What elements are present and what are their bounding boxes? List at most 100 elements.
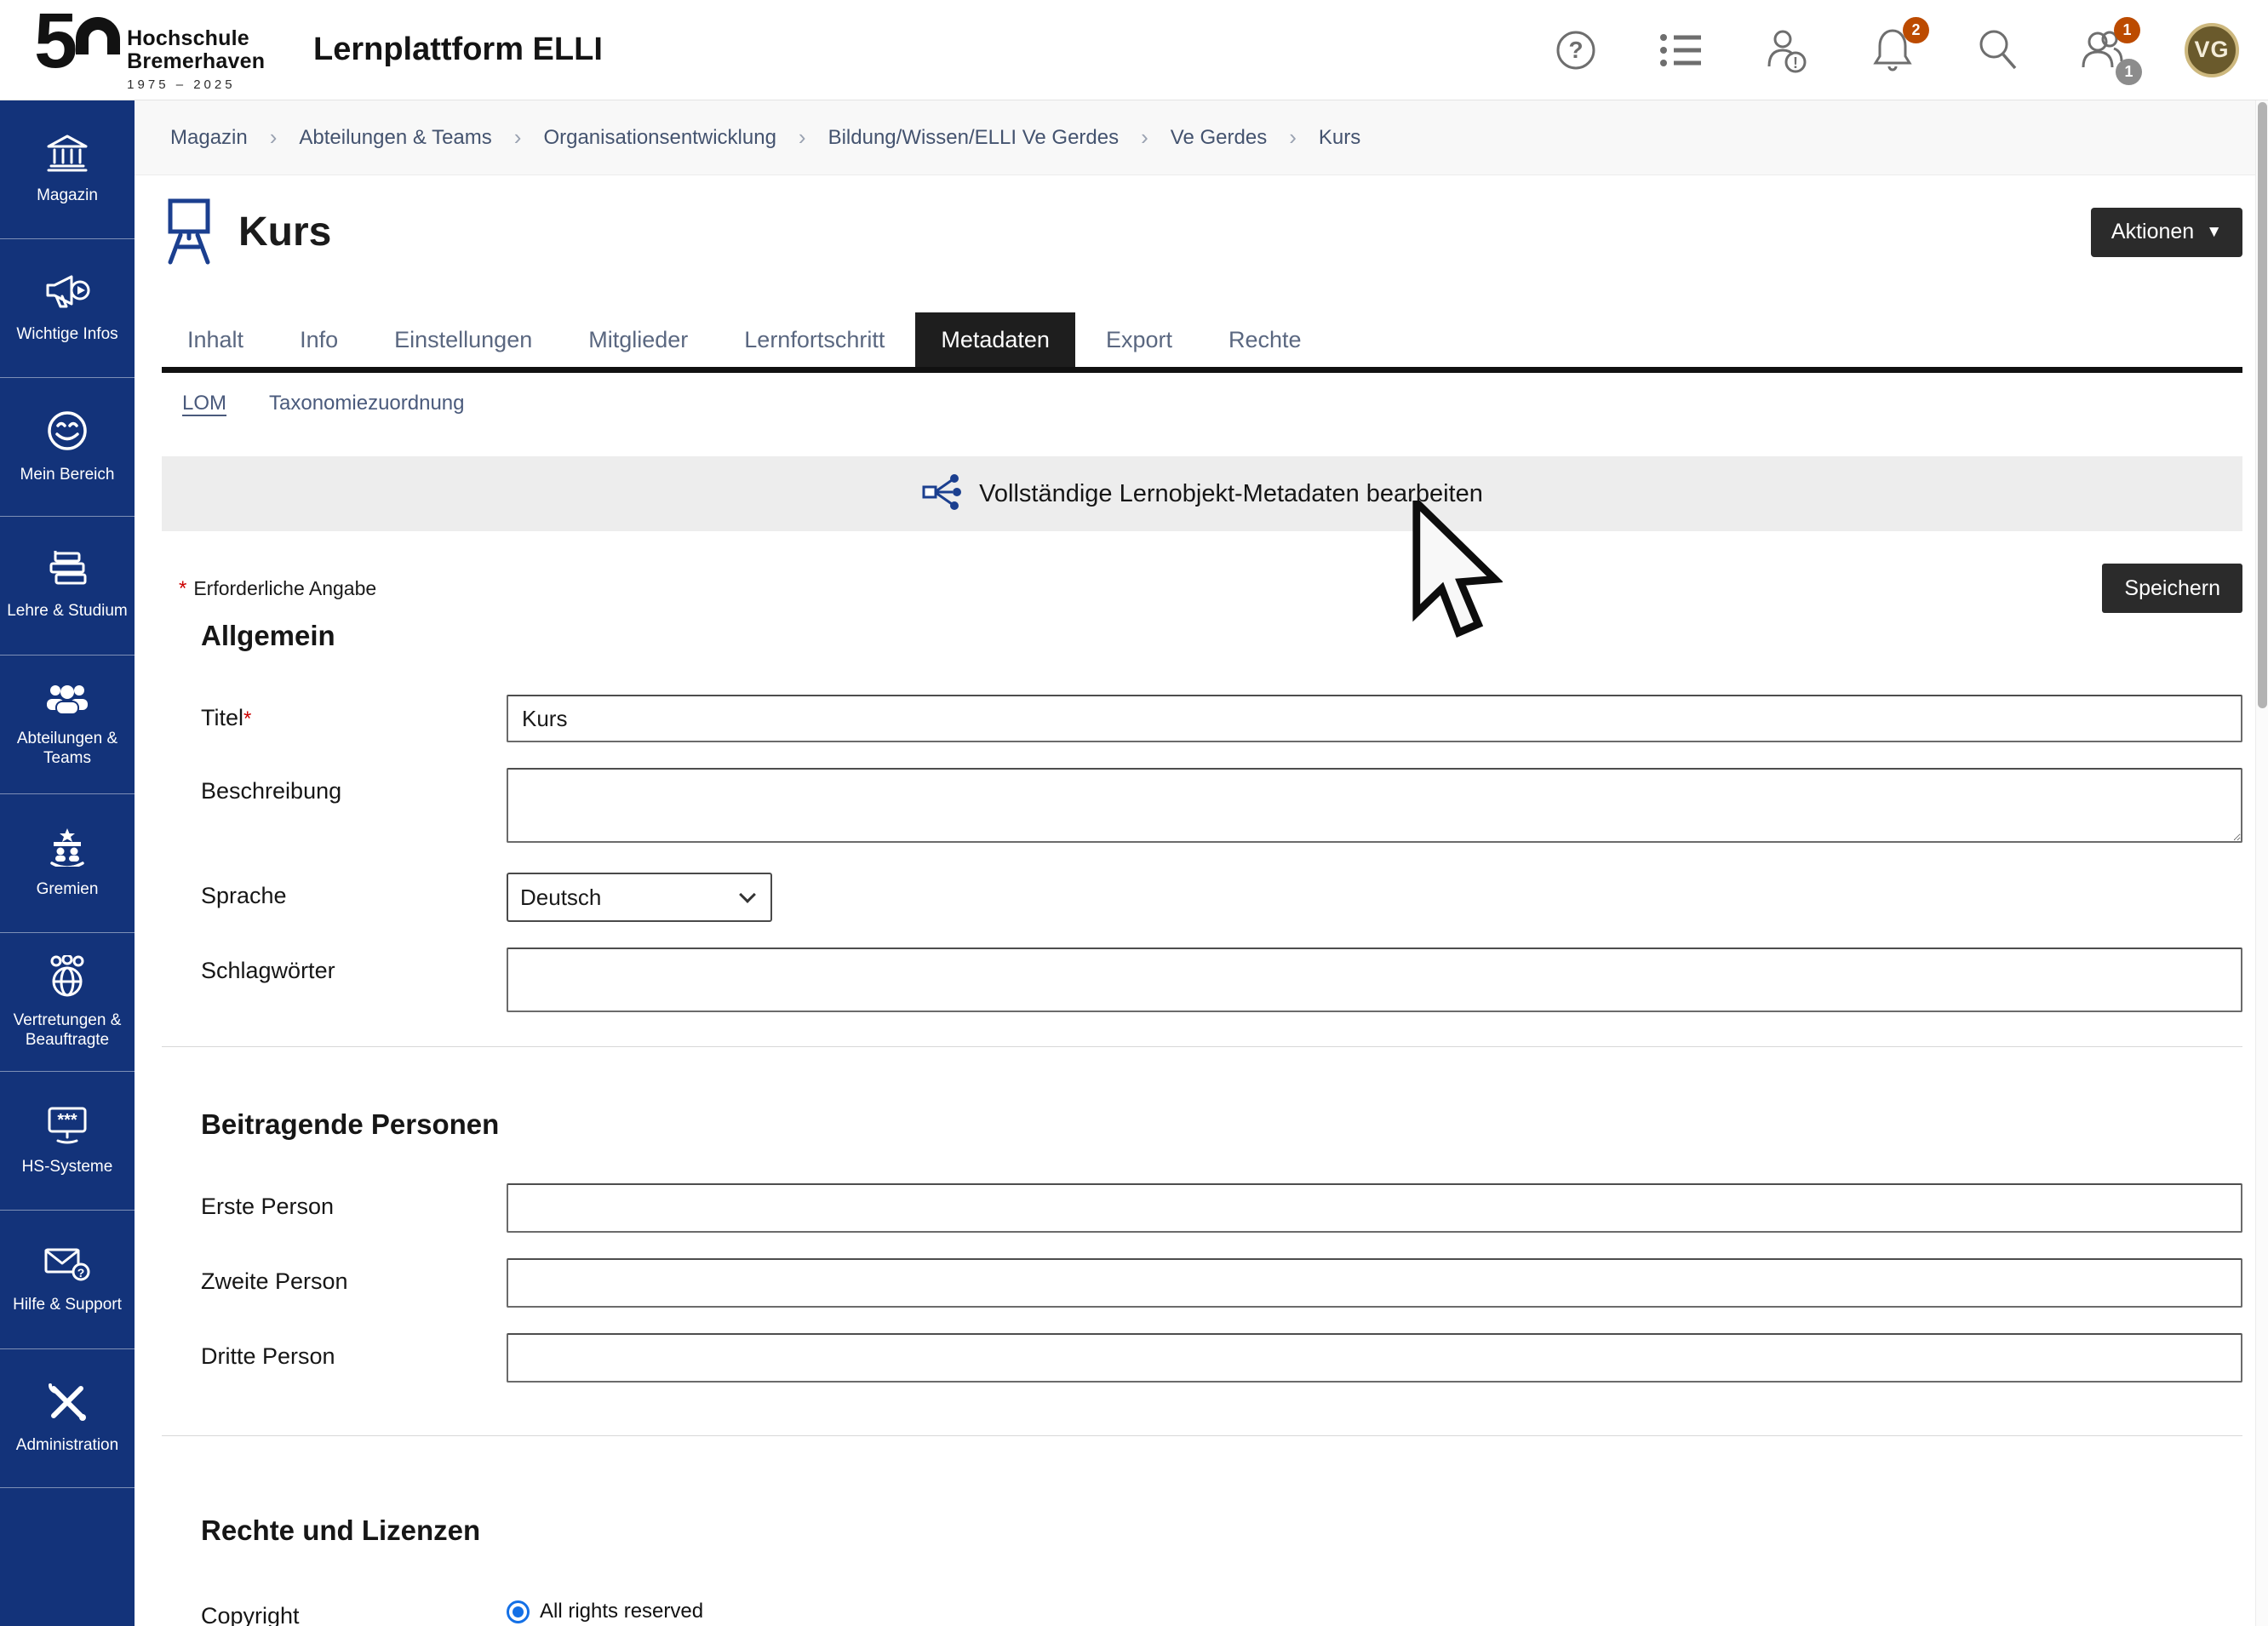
caret-down-icon: ▼ [2206,223,2222,242]
chevron-down-icon [739,886,756,903]
beschreibung-textarea[interactable] [507,768,2242,843]
books-icon [45,551,89,593]
course-board-icon [162,194,216,270]
sidebar-item-mein-bereich[interactable]: Mein Bereich [0,378,135,517]
sidebar-item-vertretungen-beauftragte[interactable]: Vertretungen & Beauftragte [0,933,135,1072]
sidebar-item-wichtige-infos[interactable]: Wichtige Infos [0,239,135,378]
required-note: *Erforderliche Angabe [179,577,376,601]
contacts-badge-bottom: 1 [2116,59,2142,85]
sidebar-item-lehre-studium[interactable]: Lehre & Studium [0,517,135,656]
svg-text:?: ? [1568,37,1583,63]
section-heading-allgemein: Allgemein [201,620,2242,652]
breadcrumb-item[interactable]: Organisationsentwicklung [543,126,776,150]
sidebar-item-label: Vertretungen & Beauftragte [3,1011,131,1050]
svg-text:?: ? [77,1266,85,1280]
required-asterisk: * [179,577,186,600]
monitor-icon: *** [45,1105,89,1148]
edit-full-metadata-link[interactable]: Vollständige Lernobjekt-Metadaten bearbe… [162,456,2242,531]
contacts-badge-top: 1 [2114,17,2140,43]
copyright-label: Copyright [162,1593,507,1626]
aktionen-button[interactable]: Aktionen ▼ [2091,208,2242,257]
tools-icon [45,1382,89,1427]
sidebar-item-label: HS-Systeme [22,1157,113,1177]
logo-50-mark: 5 [34,9,120,73]
sidebar-item-hilfe-support[interactable]: ? Hilfe & Support [0,1211,135,1349]
titel-input[interactable] [507,695,2242,742]
sidebar-item-hs-systeme[interactable]: *** HS-Systeme [0,1072,135,1211]
beschreibung-label: Beschreibung [162,768,507,847]
list-icon[interactable] [1657,26,1706,75]
sidebar-item-label: Wichtige Infos [16,324,117,344]
copyright-option-label: All rights reserved [540,1600,703,1623]
user-alert-icon[interactable]: ! [1762,26,1812,75]
logo-line2: Bremerhaven [127,50,265,73]
hochschule-bremerhaven-logo: 5 Hochschule Bremerhaven 1975 – 2025 [34,9,289,92]
copyright-radio[interactable] [507,1600,530,1623]
chevron-right-icon: › [799,124,806,151]
dritte-person-input[interactable] [507,1333,2242,1383]
logo-line1: Hochschule [127,27,265,50]
tab-metadaten[interactable]: Metadaten [915,312,1075,367]
speichern-button[interactable]: Speichern [2102,564,2242,613]
tab-mitglieder[interactable]: Mitglieder [563,312,713,367]
sidebar-item-abteilungen-teams[interactable]: Abteilungen & Teams [0,656,135,794]
svg-text:!: ! [1793,54,1798,72]
breadcrumb-item[interactable]: Ve Gerdes [1171,126,1267,150]
contacts-icon[interactable]: 1 1 [2079,26,2128,75]
metadata-share-icon [921,472,962,517]
smiley-icon [46,409,89,456]
sidebar-item-label: Administration [16,1435,118,1455]
help-icon[interactable]: ? [1551,26,1601,75]
svg-text:***: *** [57,1111,77,1130]
logo-years: 1975 – 2025 [127,77,265,92]
bank-icon [46,134,89,177]
main-sidebar: Magazin Wichtige Infos Mein Be [0,100,135,1626]
sidebar-item-label: Gremien [37,879,99,899]
banner-label: Vollständige Lernobjekt-Metadaten bearbe… [979,480,1483,508]
sidebar-item-magazin[interactable]: Magazin [0,100,135,239]
sprache-label: Sprache [162,873,507,922]
erste-person-input[interactable] [507,1183,2242,1233]
section-heading-personen: Beitragende Personen [201,1108,2242,1141]
logo-5: 5 [34,9,74,73]
subtab-lom[interactable]: LOM [182,392,226,415]
tab-info[interactable]: Info [274,312,364,367]
sidebar-item-gremien[interactable]: Gremien [0,794,135,933]
avatar[interactable]: VG [2185,23,2239,77]
subtab-taxonomiezuordnung[interactable]: Taxonomiezuordnung [269,392,465,415]
tab-einstellungen[interactable]: Einstellungen [369,312,558,367]
tab-export[interactable]: Export [1080,312,1198,367]
gremien-icon [45,827,89,871]
chevron-right-icon: › [1141,124,1148,151]
titel-label: Titel* [162,695,507,742]
schlagwoerter-input[interactable] [507,948,2242,1012]
app-title: Lernplattform ELLI [313,31,603,68]
chevron-right-icon: › [514,124,522,151]
mail-help-icon: ? [44,1245,90,1286]
tab-inhalt[interactable]: Inhalt [162,312,269,367]
search-icon[interactable] [1973,26,2023,75]
tab-lernfortschritt[interactable]: Lernfortschritt [719,312,910,367]
tab-rechte[interactable]: Rechte [1203,312,1327,367]
breadcrumb-item[interactable]: Bildung/Wissen/ELLI Ve Gerdes [828,126,1120,150]
logo-arch [76,17,120,54]
breadcrumb-item[interactable]: Magazin [170,126,248,150]
sidebar-filler [0,1488,135,1626]
tab-bar: Inhalt Info Einstellungen Mitglieder Ler… [162,312,2242,373]
sidebar-item-administration[interactable]: Administration [0,1349,135,1488]
top-header: 5 Hochschule Bremerhaven 1975 – 2025 Ler… [0,0,2268,100]
team-icon [45,682,89,720]
zweite-person-label: Zweite Person [162,1258,507,1308]
sidebar-item-label: Hilfe & Support [13,1295,122,1314]
chevron-right-icon: › [1289,124,1297,151]
notification-badge: 2 [1903,17,1929,43]
sprache-select[interactable]: Deutsch [507,873,772,922]
section-divider [162,1435,2242,1436]
scrollbar-thumb[interactable] [2258,102,2267,708]
breadcrumb-item[interactable]: Abteilungen & Teams [299,126,491,150]
bell-icon[interactable]: 2 [1868,26,1917,75]
page-title: Kurs [238,209,331,255]
zweite-person-input[interactable] [507,1258,2242,1308]
breadcrumb-item[interactable]: Kurs [1319,126,1360,150]
subtab-bar: LOM Taxonomiezuordnung [162,392,2242,415]
